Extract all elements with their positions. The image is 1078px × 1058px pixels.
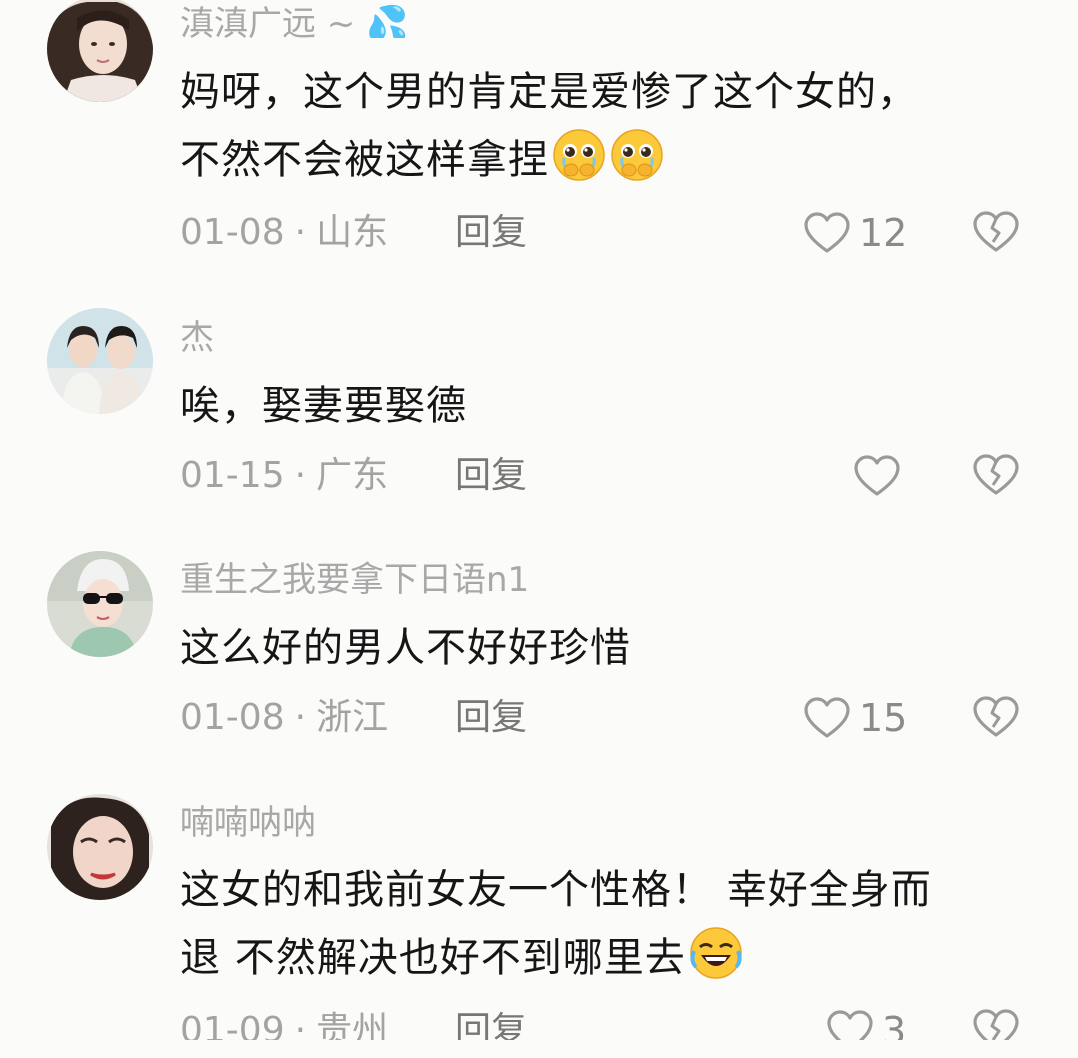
heart-outline-icon: [804, 697, 850, 738]
comment-text-line: 这女的和我前女友一个性格！ 幸好全身而: [180, 867, 932, 913]
comment-location: 山东: [316, 212, 389, 253]
like-count: 15: [859, 696, 908, 740]
comment-text-line: 不然不会被这样拿捏: [180, 126, 1030, 194]
comment-meta: 01-08 · 山东: [180, 208, 388, 258]
comment-meta: 01-08 · 浙江: [180, 693, 388, 743]
heart-outline-icon: [854, 455, 900, 496]
avatar[interactable]: [47, 0, 153, 102]
dislike-button[interactable]: [972, 453, 1022, 503]
comment-text: 唉，娶妻要娶德: [180, 372, 1030, 440]
like-count: 12: [859, 211, 908, 255]
reply-button[interactable]: 回复: [455, 693, 527, 743]
pleading-crying-emoji-icon: [611, 129, 663, 181]
comment-list: 滇滇广远 ~ 💦 妈呀，这个男的肯定是爱惨了这个女的， 不然不会被这样拿捏 01…: [0, 0, 1078, 1058]
comment-date: 01-08: [180, 212, 285, 253]
meta-separator: ·: [294, 697, 307, 738]
heart-outline-icon: [804, 212, 850, 253]
avatar[interactable]: [47, 551, 153, 657]
dislike-button[interactable]: [972, 210, 1022, 260]
avatar[interactable]: [47, 794, 153, 900]
comment-text-segment: 退 不然解决也好不到哪里去: [180, 935, 686, 981]
meta-separator: ·: [294, 212, 307, 253]
comment-username[interactable]: 喃喃呐呐: [180, 803, 316, 843]
like-button[interactable]: 15: [803, 693, 907, 743]
viewport-bottom-mask: [0, 1040, 1078, 1058]
comment-text-segment: 不然不会被这样拿捏: [180, 137, 549, 183]
like-button[interactable]: 12: [803, 208, 907, 258]
broken-heart-icon: [973, 211, 1019, 252]
comment-location: 广东: [316, 455, 389, 496]
comment-date: 01-15: [180, 455, 285, 496]
comment-username[interactable]: 重生之我要拿下日语n1: [180, 560, 529, 600]
comment-location: 浙江: [316, 697, 389, 738]
reply-button[interactable]: 回复: [455, 208, 527, 258]
like-button[interactable]: [853, 451, 901, 501]
comment-text: 这女的和我前女友一个性格！ 幸好全身而 退 不然解决也好不到哪里去: [180, 856, 1030, 992]
comment-text-line: 妈呀，这个男的肯定是爱惨了这个女的，: [180, 69, 918, 115]
reply-button[interactable]: 回复: [455, 451, 527, 501]
avatar[interactable]: [47, 308, 153, 414]
comment-text: 妈呀，这个男的肯定是爱惨了这个女的， 不然不会被这样拿捏: [180, 58, 1030, 194]
comment-username[interactable]: 杰: [180, 318, 214, 358]
dislike-button[interactable]: [972, 695, 1022, 745]
comment-text-line: 唉，娶妻要娶德: [180, 383, 467, 429]
comment-text-line: 退 不然解决也好不到哪里去: [180, 924, 1030, 992]
comment-text-line: 这么好的男人不好好珍惜: [180, 625, 631, 671]
broken-heart-icon: [973, 696, 1019, 737]
comment-text: 这么好的男人不好好珍惜: [180, 614, 1030, 682]
comment-username[interactable]: 滇滇广远 ~ 💦: [180, 4, 408, 38]
comment-meta: 01-15 · 广东: [180, 451, 388, 501]
pleading-crying-emoji-icon: [553, 129, 605, 181]
meta-separator: ·: [294, 455, 307, 496]
rolling-laughing-emoji-icon: [689, 927, 742, 979]
comment-date: 01-08: [180, 697, 285, 738]
broken-heart-icon: [973, 454, 1019, 495]
